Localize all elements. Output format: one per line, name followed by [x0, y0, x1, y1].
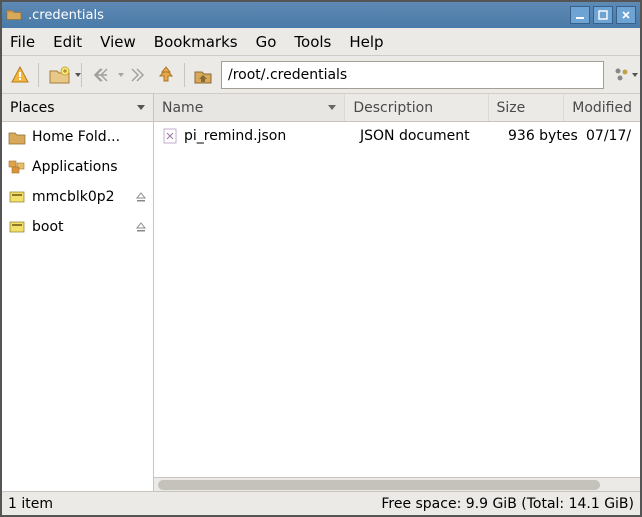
column-description[interactable]: Description	[345, 94, 488, 121]
cell-name: pi_remind.json	[154, 128, 352, 144]
eject-icon[interactable]	[135, 191, 147, 203]
content-area: Places Home Fold... Applications mmcblk0…	[2, 94, 640, 491]
menu-go[interactable]: Go	[248, 29, 285, 55]
cell-modified: 07/17/	[578, 128, 640, 144]
folder-icon	[6, 8, 22, 22]
menu-help[interactable]: Help	[341, 29, 391, 55]
sidebar: Places Home Fold... Applications mmcblk0…	[2, 94, 154, 491]
file-list: Name Description Size Modified pi_rem	[154, 94, 640, 491]
menu-edit[interactable]: Edit	[45, 29, 90, 55]
menubar: File Edit View Bookmarks Go Tools Help	[2, 28, 640, 56]
column-size[interactable]: Size	[489, 94, 565, 121]
path-input[interactable]: /root/.credentials	[221, 61, 604, 89]
window-title: .credentials	[28, 8, 570, 23]
json-file-icon	[162, 128, 178, 144]
horizontal-scrollbar[interactable]	[154, 477, 640, 491]
toolbar: /root/.credentials	[2, 56, 640, 94]
forward-button[interactable]	[124, 63, 148, 87]
eject-icon[interactable]	[135, 221, 147, 233]
menu-view[interactable]: View	[92, 29, 144, 55]
maximize-button[interactable]	[593, 6, 613, 24]
column-name[interactable]: Name	[154, 94, 345, 121]
menu-tools[interactable]: Tools	[286, 29, 339, 55]
home-button[interactable]	[191, 63, 215, 87]
up-button[interactable]	[154, 63, 178, 87]
warning-icon[interactable]	[8, 63, 32, 87]
file-row[interactable]: pi_remind.json JSON document 936 bytes 0…	[154, 122, 640, 150]
sidebar-header[interactable]: Places	[2, 94, 153, 122]
column-headers: Name Description Size Modified	[154, 94, 640, 122]
applications-icon	[8, 159, 26, 175]
menu-file[interactable]: File	[8, 29, 43, 55]
statusbar: 1 item Free space: 9.9 GiB (Total: 14.1 …	[2, 491, 640, 515]
status-left: 1 item	[8, 496, 381, 512]
back-button[interactable]	[88, 63, 118, 87]
close-button[interactable]	[616, 6, 636, 24]
titlebar[interactable]: .credentials	[2, 2, 640, 28]
cell-size: 936 bytes	[500, 128, 578, 144]
sidebar-list: Home Fold... Applications mmcblk0p2 boot	[2, 122, 153, 491]
minimize-button[interactable]	[570, 6, 590, 24]
chevron-down-icon	[137, 105, 145, 110]
path-text: /root/.credentials	[228, 67, 347, 83]
file-manager-window: .credentials File Edit View Bookmarks Go…	[0, 0, 642, 517]
menu-bookmarks[interactable]: Bookmarks	[146, 29, 246, 55]
sort-indicator-icon	[328, 105, 336, 110]
drive-icon	[8, 219, 26, 235]
new-tab-button[interactable]	[45, 63, 75, 87]
sidebar-header-label: Places	[10, 100, 137, 116]
sidebar-item-applications[interactable]: Applications	[2, 152, 153, 182]
sidebar-item-mmcblk0p2[interactable]: mmcblk0p2	[2, 182, 153, 212]
sidebar-item-home[interactable]: Home Fold...	[2, 122, 153, 152]
sidebar-item-boot[interactable]: boot	[2, 212, 153, 242]
scrollbar-thumb[interactable]	[158, 480, 600, 490]
column-modified[interactable]: Modified	[564, 94, 640, 121]
cell-description: JSON document	[352, 128, 500, 144]
drive-icon	[8, 189, 26, 205]
home-folder-icon	[8, 129, 26, 145]
status-right: Free space: 9.9 GiB (Total: 14.1 GiB)	[381, 496, 634, 512]
path-options-button[interactable]	[610, 63, 634, 87]
file-rows[interactable]: pi_remind.json JSON document 936 bytes 0…	[154, 122, 640, 477]
